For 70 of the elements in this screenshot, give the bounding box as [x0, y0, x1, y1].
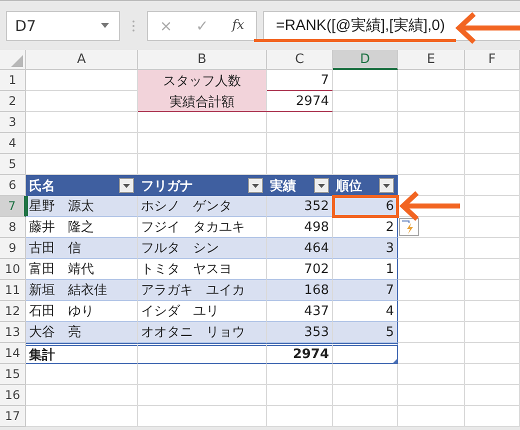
- table-cell: ホシノ ゲンタ: [138, 196, 267, 217]
- caret-icon: [383, 184, 390, 188]
- table-cell: フルタ シン: [138, 238, 267, 259]
- row-header[interactable]: 2: [0, 91, 26, 112]
- caret-icon: [101, 23, 109, 28]
- column-header[interactable]: C: [267, 50, 333, 70]
- table-cell: 5: [333, 322, 398, 343]
- name-box[interactable]: D7: [6, 10, 120, 40]
- table-cell: 4: [333, 301, 398, 322]
- row-header[interactable]: 7: [0, 196, 26, 217]
- table-cell: 498: [267, 217, 333, 238]
- filter-button[interactable]: [119, 178, 134, 193]
- table-cell: スタッフ人数: [138, 70, 267, 91]
- grip-icon: [132, 20, 135, 32]
- row-header[interactable]: 17: [0, 406, 26, 427]
- row-header[interactable]: 9: [0, 238, 26, 259]
- caret-icon: [252, 184, 259, 188]
- caret-icon: [318, 184, 325, 188]
- arrow: [454, 11, 520, 45]
- column-header[interactable]: D: [333, 50, 398, 70]
- row-header[interactable]: 11: [0, 280, 26, 301]
- filter-button[interactable]: [379, 178, 394, 193]
- filter-button[interactable]: [248, 178, 263, 193]
- table-cell: 藤井 隆之: [26, 217, 138, 238]
- table-cell: 7: [333, 280, 398, 301]
- row-header[interactable]: 15: [0, 364, 26, 385]
- resize-handle-icon[interactable]: [393, 359, 397, 363]
- row-header[interactable]: 10: [0, 259, 26, 280]
- column-title: 実績: [270, 178, 296, 194]
- table-cell: 353: [267, 322, 333, 343]
- table-cell: 2974: [267, 343, 333, 364]
- column-header[interactable]: E: [398, 50, 465, 70]
- column-header[interactable]: B: [138, 50, 267, 70]
- table-cell: オオタニ リョウ: [138, 322, 267, 343]
- table-cell: 2: [333, 217, 398, 238]
- row-header[interactable]: 6: [0, 175, 26, 196]
- row-header[interactable]: 8: [0, 217, 26, 238]
- row-header[interactable]: 1: [0, 70, 26, 91]
- table-cell: 集計: [26, 343, 138, 364]
- table-cell: 実績合計額: [138, 91, 267, 112]
- column-header[interactable]: F: [465, 50, 520, 70]
- row-header[interactable]: 3: [0, 112, 26, 133]
- table-cell: 352: [267, 196, 333, 217]
- row-header[interactable]: 16: [0, 385, 26, 406]
- filter-button[interactable]: [314, 178, 329, 193]
- table-cell: 168: [267, 280, 333, 301]
- column-header[interactable]: A: [26, 50, 138, 70]
- table-cell: 大谷 亮: [26, 322, 138, 343]
- table-cell: 464: [267, 238, 333, 259]
- insert-function-button[interactable]: fx: [232, 18, 244, 33]
- row-header[interactable]: 5: [0, 154, 26, 175]
- row-header[interactable]: 4: [0, 133, 26, 154]
- caret-icon: [123, 184, 130, 188]
- column-title: 順位: [336, 178, 362, 194]
- column-title: フリガナ: [141, 178, 193, 194]
- table-cell: アラガキ ユイカ: [138, 280, 267, 301]
- table-cell: 1: [333, 259, 398, 280]
- column-title: 氏名: [29, 178, 55, 194]
- table-cell: 6: [333, 196, 398, 217]
- row-header[interactable]: 12: [0, 301, 26, 322]
- arrow: [398, 190, 460, 222]
- row-header[interactable]: 13: [0, 322, 26, 343]
- formula-field[interactable]: =RANK([@実績],[実績],0): [263, 10, 520, 40]
- table-cell: 新垣 結衣佳: [26, 280, 138, 301]
- lightning-icon[interactable]: [399, 218, 419, 236]
- table-cell: 富田 靖代: [26, 259, 138, 280]
- table-cell: 古田 信: [26, 238, 138, 259]
- table-cell: 星野 源太: [26, 196, 138, 217]
- row-header[interactable]: 14: [0, 343, 26, 364]
- table-cell: 3: [333, 238, 398, 259]
